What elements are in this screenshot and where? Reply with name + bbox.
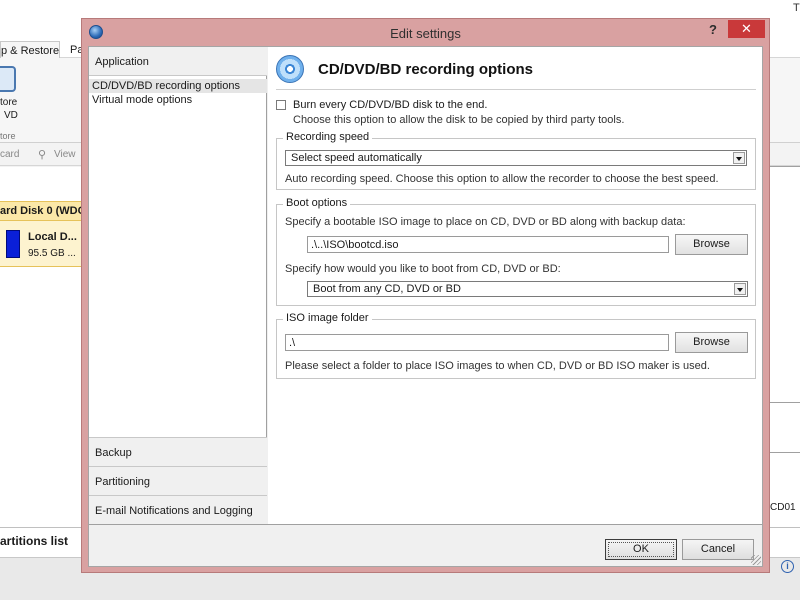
partitions-list-title: artitions list xyxy=(0,534,69,548)
dialog-title: Edit settings xyxy=(390,26,461,41)
boot-options-legend: Boot options xyxy=(283,197,351,209)
recording-speed-value: Select speed automatically xyxy=(291,152,422,164)
recording-speed-select[interactable]: Select speed automatically xyxy=(285,150,747,166)
view-icon: ⚲ xyxy=(38,149,47,161)
dialog-titlebar[interactable]: Edit settings ? ✕ xyxy=(82,19,769,45)
iso-folder-path-input[interactable]: .\ xyxy=(285,334,669,351)
ribbon-group-label: tore xyxy=(0,131,16,141)
nav-item-virtual-mode[interactable]: Virtual mode options xyxy=(89,93,267,107)
footer-divider xyxy=(89,524,762,525)
restore-vd-label: tore xyxy=(0,97,18,108)
iso-image-prompt: Specify a bootable ISO image to place on… xyxy=(285,216,686,228)
divider xyxy=(276,89,756,90)
divider xyxy=(770,166,800,167)
browse-iso-button[interactable]: Browse xyxy=(675,234,748,255)
boot-method-select[interactable]: Boot from any CD, DVD or BD xyxy=(307,281,748,297)
resize-grip-icon[interactable] xyxy=(751,555,761,565)
browse-folder-button[interactable]: Browse xyxy=(675,332,748,353)
partition-bar[interactable] xyxy=(6,230,20,258)
dialog-client: Application CD/DVD/BD recording options … xyxy=(88,46,763,567)
chevron-down-icon[interactable] xyxy=(734,283,746,295)
burn-to-end-checkbox-row[interactable]: Burn every CD/DVD/BD disk to the end. xyxy=(276,99,756,113)
iso-folder-group: ISO image folder .\ Browse Please select… xyxy=(276,312,756,379)
focus-ring xyxy=(608,542,674,557)
burn-to-end-checkbox[interactable] xyxy=(276,100,286,110)
nav-group-partitioning[interactable]: Partitioning xyxy=(89,466,267,495)
nav-group-email-notifications[interactable]: E-mail Notifications and Logging xyxy=(89,495,267,524)
iso-folder-legend: ISO image folder xyxy=(283,312,372,324)
help-button[interactable]: ? xyxy=(702,21,724,39)
burn-to-end-label: Burn every CD/DVD/BD disk to the end. xyxy=(293,99,488,111)
cancel-button[interactable]: Cancel xyxy=(682,539,754,560)
boot-options-group: Boot options Specify a bootable ISO imag… xyxy=(276,197,756,306)
info-icon[interactable]: i xyxy=(781,560,794,573)
nav-header-application[interactable]: Application xyxy=(89,47,267,76)
nav-group-backup[interactable]: Backup xyxy=(89,437,267,466)
boot-method-prompt: Specify how would you like to boot from … xyxy=(285,263,561,275)
divider xyxy=(770,402,800,403)
cd01-label: CD01 xyxy=(770,502,796,513)
partition-size: 95.5 GB ... xyxy=(28,248,76,259)
chevron-down-icon[interactable] xyxy=(733,152,745,164)
edit-settings-dialog: Edit settings ? ✕ Application CD/DVD/BD … xyxy=(81,18,770,573)
panel-title: CD/DVD/BD recording options xyxy=(318,61,534,78)
disk-header[interactable]: ard Disk 0 (WDC xyxy=(0,201,85,221)
discard-button[interactable]: card xyxy=(0,149,19,160)
recording-speed-legend: Recording speed xyxy=(283,131,373,143)
iso-folder-description: Please select a folder to place ISO imag… xyxy=(285,360,710,372)
settings-panel: CD/DVD/BD recording options Burn every C… xyxy=(268,47,762,524)
disc-icon xyxy=(276,55,304,83)
restore-vd-icon[interactable] xyxy=(0,66,16,92)
divider xyxy=(770,452,800,453)
app-top-right-glyph: T xyxy=(793,2,800,14)
recording-speed-group: Recording speed Select speed automatical… xyxy=(276,131,756,190)
settings-nav: Application CD/DVD/BD recording options … xyxy=(89,47,267,524)
partition-name: Local D... xyxy=(28,231,77,243)
recording-speed-description: Auto recording speed. Choose this option… xyxy=(285,173,719,185)
close-button[interactable]: ✕ xyxy=(728,20,765,38)
restore-vd-sublabel: VD xyxy=(4,110,18,121)
ribbon-tab-backup-restore[interactable]: p & Restore xyxy=(0,41,60,59)
bootable-iso-path-input[interactable]: .\..\ISO\bootcd.iso xyxy=(307,236,669,253)
boot-method-value: Boot from any CD, DVD or BD xyxy=(313,283,461,295)
nav-item-cd-dvd-bd-recording[interactable]: CD/DVD/BD recording options xyxy=(89,79,267,93)
burn-to-end-description: Choose this option to allow the disk to … xyxy=(293,114,625,126)
view-button[interactable]: View xyxy=(54,149,76,160)
ok-button[interactable]: OK xyxy=(605,539,677,560)
